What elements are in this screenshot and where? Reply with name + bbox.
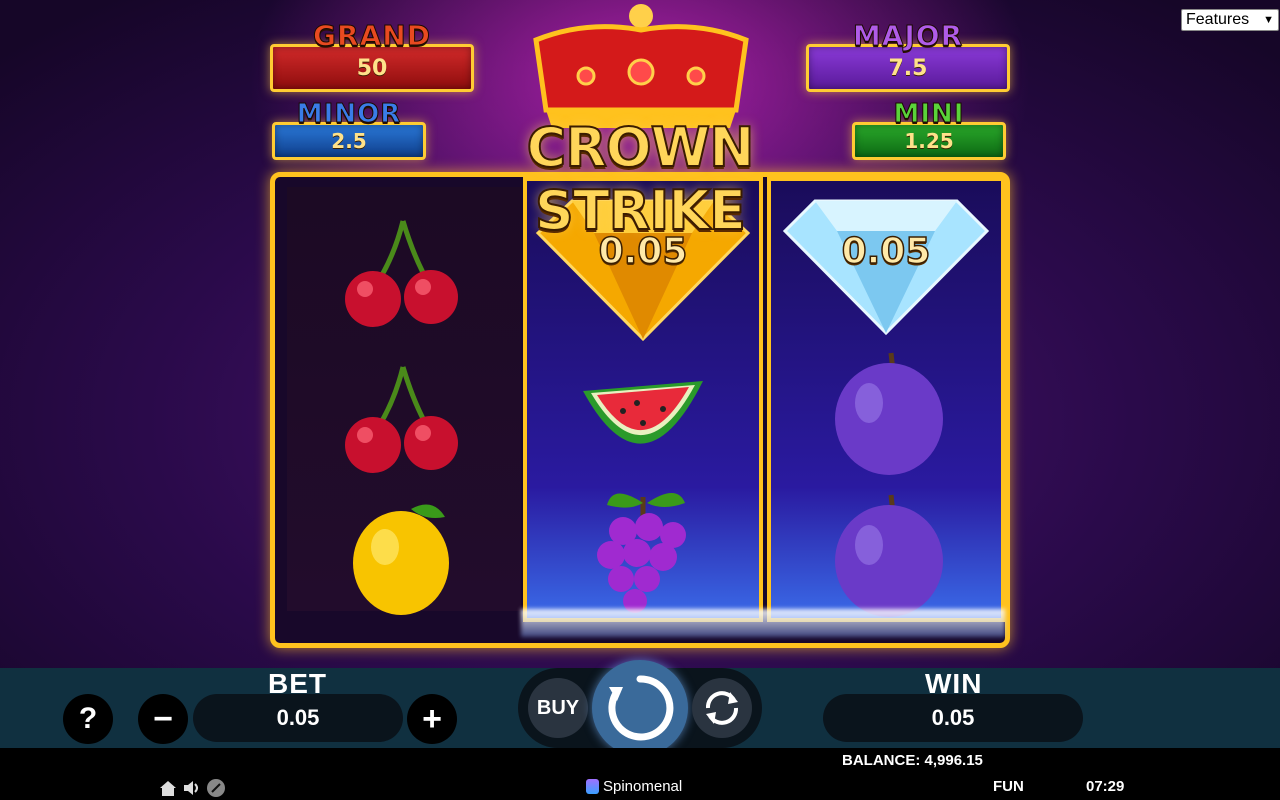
cherry-icon <box>345 366 458 473</box>
win-value: 0.05 <box>823 694 1083 742</box>
status-bar: BALANCE: 4,996.15 Spinomenal FUN 07:29 <box>0 748 1280 800</box>
bet-decrease-button[interactable]: − <box>138 694 188 744</box>
jackpot-grand: GRAND 50 <box>270 19 474 92</box>
spin-icon <box>608 675 674 741</box>
reel-2: 0.05 <box>523 177 763 622</box>
reel-win-glow <box>521 609 1005 637</box>
watermelon-icon <box>583 381 703 444</box>
game-logo: CROWN STRIKE <box>460 0 820 243</box>
reel-frame: 0.05 0.05 <box>270 172 1010 648</box>
features-dropdown[interactable]: Features ▼ <box>1181 9 1279 31</box>
plum-icon <box>835 352 943 475</box>
turbo-icon[interactable] <box>206 778 226 798</box>
reel-1 <box>287 187 521 615</box>
autoplay-icon <box>706 691 738 725</box>
grapes-icon <box>597 493 686 613</box>
provider-logo: Spinomenal <box>586 778 682 795</box>
features-dropdown-label: Features <box>1186 11 1250 28</box>
jackpot-mini-label: MINI <box>893 99 965 129</box>
sound-icon[interactable] <box>182 778 202 798</box>
home-icon[interactable] <box>158 778 178 798</box>
plum-icon <box>835 494 943 617</box>
chevron-down-icon: ▼ <box>1263 14 1274 26</box>
cherry-icon <box>345 220 458 327</box>
status-icons <box>158 778 226 798</box>
lemon-icon <box>353 504 449 615</box>
logo-title: CROWN STRIKE <box>526 115 756 243</box>
spin-controls: BUY <box>518 660 762 756</box>
jackpot-minor: MINOR 2.5 <box>272 100 426 160</box>
game-mode: FUN <box>993 778 1024 795</box>
clock: 07:29 <box>1086 778 1125 795</box>
crown-icon <box>533 4 749 128</box>
balance-label: BALANCE: <box>842 752 921 769</box>
spinomenal-icon <box>586 779 599 794</box>
balance-value: 4,996.15 <box>924 752 983 769</box>
jackpot-grand-label: GRAND <box>313 19 431 52</box>
balance-display: BALANCE: 4,996.15 <box>842 752 983 769</box>
help-button[interactable]: ? <box>63 694 113 744</box>
jackpot-minor-label: MINOR <box>296 99 402 129</box>
bet-increase-button[interactable]: + <box>407 694 457 744</box>
provider-name: Spinomenal <box>603 778 683 795</box>
autoplay-button[interactable] <box>692 678 752 738</box>
jackpot-major-label: MAJOR <box>852 19 964 52</box>
reel-3: 0.05 <box>767 177 1005 622</box>
jackpot-major: MAJOR 7.5 <box>806 19 1010 92</box>
jackpot-mini: MINI 1.25 <box>852 100 1006 160</box>
bet-value: 0.05 <box>193 694 403 742</box>
buy-feature-button[interactable]: BUY <box>528 678 588 738</box>
spin-button[interactable] <box>592 660 688 756</box>
